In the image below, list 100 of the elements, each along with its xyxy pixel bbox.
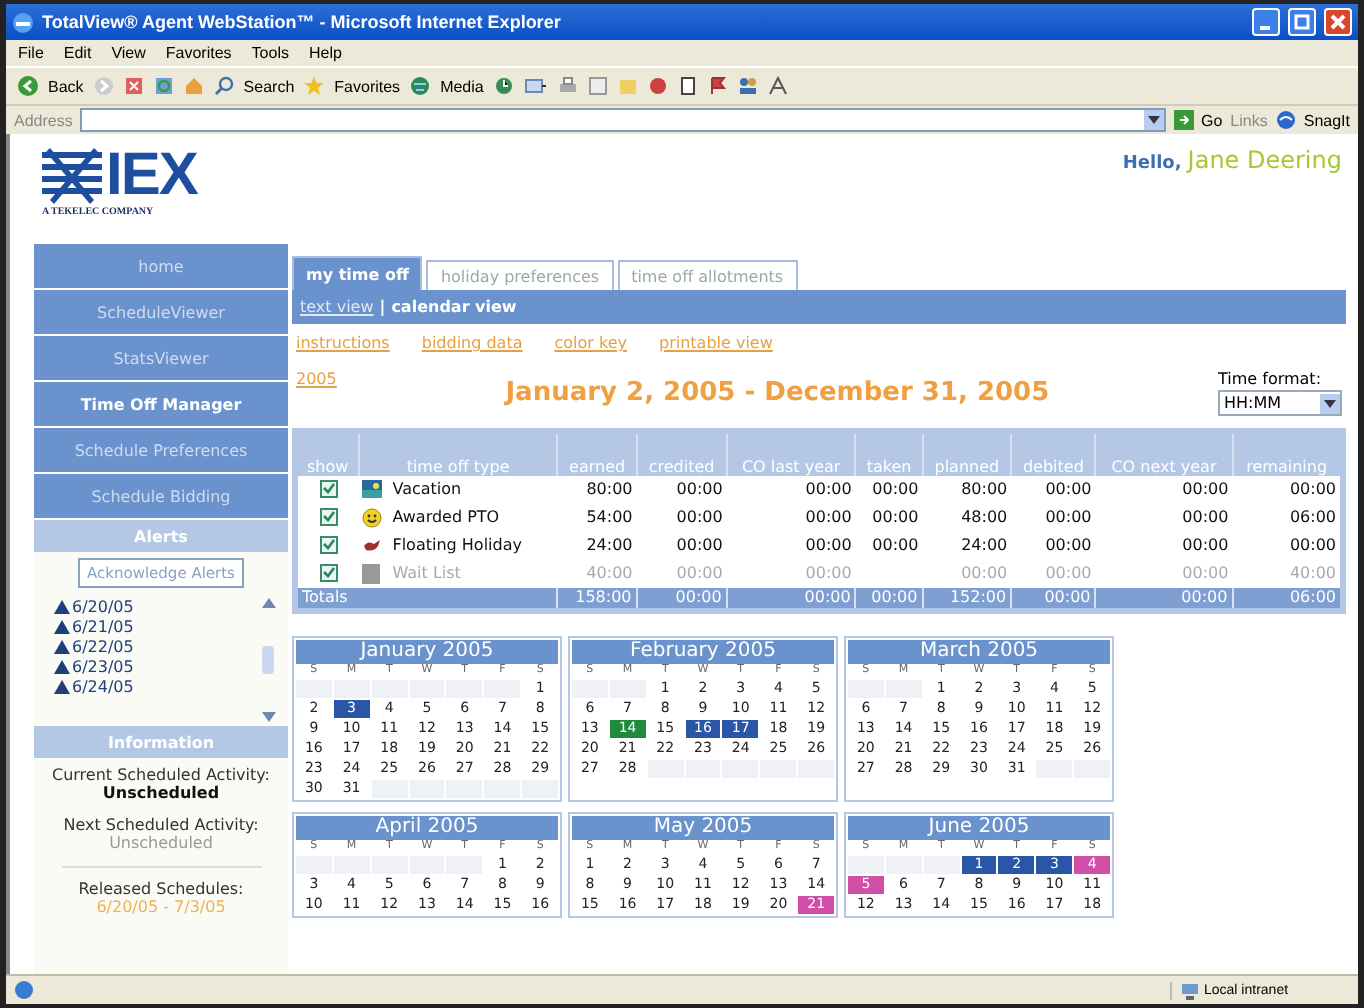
font-icon[interactable] (767, 76, 788, 96)
go-icon[interactable] (1173, 110, 1193, 130)
star-icon[interactable] (304, 76, 325, 96)
menu-item[interactable]: Tools (251, 44, 289, 62)
page-icon (14, 980, 34, 1000)
totals-cell: 00:00 (726, 587, 856, 611)
user-name: Jane Deering (1187, 146, 1342, 174)
table-cell-text: 24:00 (584, 534, 635, 558)
column-header: credited (636, 431, 727, 475)
type-name: Wait List (392, 564, 461, 582)
maximize-button[interactable] (1288, 8, 1316, 36)
alert-item[interactable]: 6/21/05 (72, 618, 134, 636)
table-cell-text: 54:00 (584, 506, 635, 530)
info-value: Unscheduled (109, 834, 213, 852)
table-cell: 80:00 (557, 475, 637, 503)
snagit-icon[interactable] (1275, 110, 1296, 130)
greeting-label: Hello, (1122, 154, 1182, 174)
media-button[interactable]: Media (440, 77, 484, 95)
close-button[interactable] (1324, 8, 1352, 36)
checkbox[interactable] (319, 479, 338, 498)
column-header: CO next year (1095, 431, 1233, 475)
column-header: taken (855, 431, 923, 475)
month-title: March 2005 (848, 640, 1110, 664)
globe-icon[interactable] (410, 76, 431, 96)
mail-icon[interactable] (523, 76, 548, 96)
column-header: time off type (358, 431, 558, 475)
month-title: April 2005 (296, 816, 558, 840)
table-cell: 00:00 (726, 475, 856, 503)
intranet-icon (1180, 981, 1200, 999)
column-header: earned (557, 431, 637, 475)
checkbox[interactable] (319, 507, 338, 526)
back-icon[interactable] (18, 76, 38, 96)
separator: | (379, 298, 386, 316)
table-cell-text: 00:00 (803, 506, 854, 530)
table-cell-text: 00:00 (1043, 562, 1094, 586)
table-cell: 00:00 (1232, 475, 1343, 503)
refresh-icon[interactable] (153, 76, 174, 96)
menu-item[interactable]: Favorites (165, 44, 232, 62)
table-cell-text: 00:00 (674, 562, 725, 586)
address-field[interactable] (80, 108, 1165, 132)
time-format-select[interactable]: HH:MM (1218, 390, 1342, 416)
scrollbar[interactable] (260, 598, 276, 722)
stop-icon[interactable] (123, 76, 144, 96)
document-icon[interactable] (677, 76, 698, 96)
month-title: May 2005 (572, 816, 834, 840)
minimize-button[interactable] (1252, 8, 1280, 36)
circle-icon[interactable] (647, 76, 668, 96)
table-cell-text: 00:00 (870, 506, 921, 530)
month-title: June 2005 (848, 816, 1110, 840)
snagit-button[interactable]: SnagIt (1303, 111, 1350, 129)
table-cell-text: 00:00 (1180, 534, 1231, 558)
totals-label: Totals (295, 587, 558, 611)
date-range-title: January 2, 2005 - December 31, 2005 (502, 376, 1052, 408)
history-icon[interactable] (493, 76, 514, 96)
table-cell: 40:00 (1232, 559, 1343, 587)
menu-item[interactable]: View (111, 44, 146, 62)
square-icon (362, 563, 383, 583)
table-cell: 00:00 (1011, 475, 1096, 503)
dropdown-icon (1147, 116, 1159, 124)
window-title: TotalView® Agent WebStation™ - Microsoft Internet Explorer (42, 12, 563, 32)
table-cell-text: 00:00 (1043, 506, 1094, 530)
column-header: remaining (1232, 431, 1343, 475)
flag-icon[interactable] (707, 76, 728, 96)
table-cell-text: 00:00 (1180, 506, 1231, 530)
scroll-down-icon (261, 712, 275, 722)
search-icon[interactable] (213, 76, 234, 96)
back-button[interactable]: Back (48, 77, 84, 95)
table-cell-text: 00:00 (674, 534, 725, 558)
totals-cell: 06:00 (1232, 587, 1343, 611)
people-icon[interactable] (737, 76, 758, 96)
alert-item[interactable]: 6/22/05 (72, 638, 134, 656)
search-button[interactable]: Search (243, 77, 295, 95)
table-cell: 80:00 (922, 475, 1012, 503)
menu-item[interactable]: Edit (63, 44, 92, 62)
go-button[interactable]: Go (1201, 111, 1223, 129)
menu-item[interactable]: Help (308, 44, 342, 62)
type-name: Vacation (392, 480, 462, 498)
totals-cell: 00:00 (855, 587, 923, 611)
table-cell-text: 48:00 (959, 506, 1010, 530)
table-cell: 00:00 (1095, 475, 1233, 503)
favorites-button[interactable]: Favorites (334, 77, 401, 95)
info-value: 6/20/05 - 7/3/05 (96, 898, 226, 916)
print-icon[interactable] (557, 76, 578, 96)
alert-item[interactable]: 6/23/05 (72, 658, 134, 676)
close-icon (1330, 14, 1346, 30)
table-cell-text: 40:00 (584, 562, 635, 586)
table-cell-text: 00:00 (803, 562, 854, 586)
alert-item[interactable]: 6/20/05 (72, 598, 134, 616)
table-cell-text: 00:00 (803, 534, 854, 558)
alert-item[interactable]: 6/24/05 (72, 678, 134, 696)
table-cell-text: 00:00 (1043, 534, 1094, 558)
browser-icon (12, 11, 34, 33)
checkbox[interactable] (319, 535, 338, 554)
information-header: Information (34, 726, 288, 758)
month-title: February 2005 (572, 640, 834, 664)
menu-item[interactable]: File (18, 44, 44, 62)
column-header: planned (922, 431, 1012, 475)
smiley-icon (362, 507, 383, 527)
table-cell-text: 00:00 (959, 562, 1010, 586)
totals-cell: 158:00 (557, 587, 637, 611)
